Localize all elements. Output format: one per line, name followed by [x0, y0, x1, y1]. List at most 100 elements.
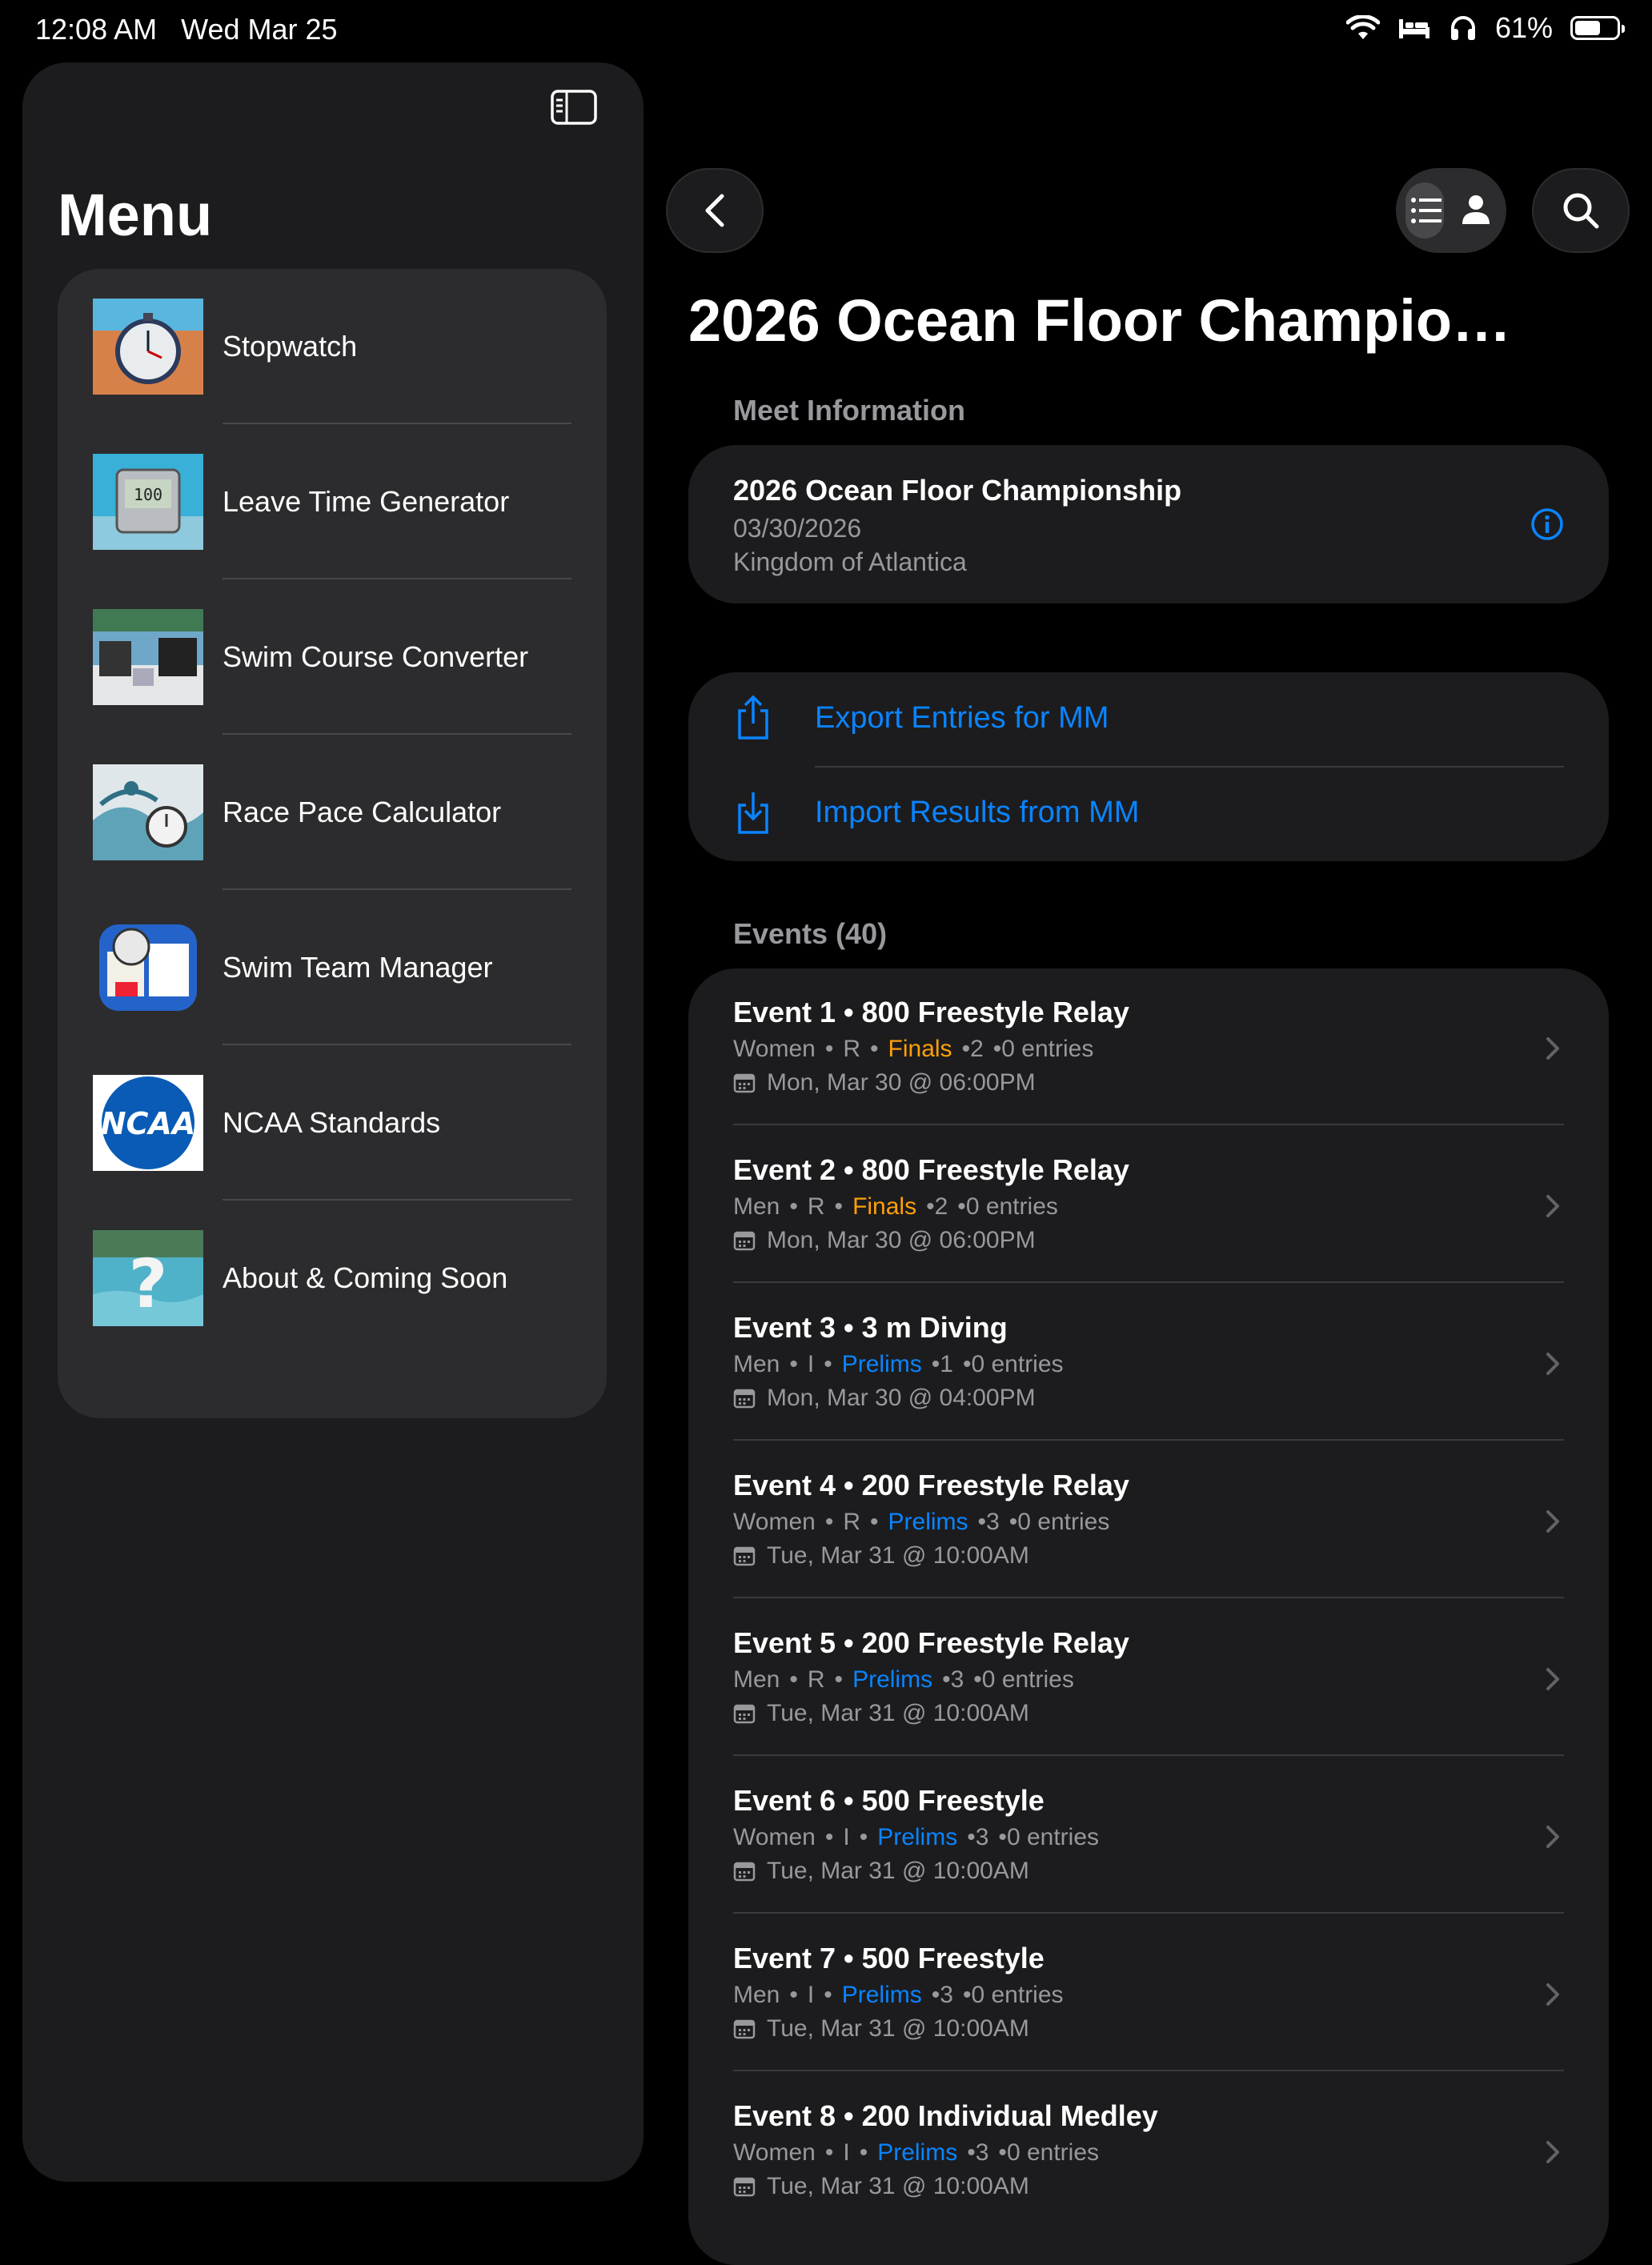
divider — [733, 1597, 1564, 1598]
battery-icon — [1570, 16, 1625, 40]
event-title: Event 8 • 200 Individual Medley — [733, 2099, 1158, 2132]
event-title: Event 6 • 500 Freestyle — [733, 1784, 1045, 1817]
menu-item-race-pace-calculator[interactable]: Race Pace Calculator — [58, 735, 607, 890]
event-heats: 3 — [986, 1509, 1000, 1535]
person-icon — [1462, 195, 1490, 224]
event-round: Prelims — [877, 2139, 958, 2166]
event-round: Prelims — [852, 1666, 933, 1693]
event-row[interactable]: Event 1 • 800 Freestyle Relay Women • R • Fin… — [688, 968, 1609, 1125]
action-label: Import Results from MM — [815, 796, 1140, 829]
event-row[interactable]: Event 6 • 500 Freestyle Women • I • Prelims •3… — [688, 1757, 1609, 1914]
import-results-button[interactable]: Import Results from MM — [688, 767, 1609, 861]
event-title: Event 2 • 800 Freestyle Relay — [733, 1153, 1129, 1186]
event-datetime-text: Tue, Mar 31 @ 10:00AM — [767, 2015, 1029, 2042]
menu-title: Menu — [58, 182, 213, 248]
event-title: Event 1 • 800 Freestyle Relay — [733, 996, 1129, 1028]
team-manager-thumbnail — [93, 920, 203, 1016]
event-heats: 3 — [940, 1982, 953, 2008]
status-bar-clock: 12:08 AM Wed Mar 25 — [35, 13, 338, 46]
event-entries: 0 entries — [1006, 2139, 1100, 2166]
chevron-right-icon — [1546, 2141, 1559, 2163]
calendar-icon — [733, 1231, 756, 1251]
view-mode-toggle[interactable] — [1396, 168, 1506, 253]
menu-item-label: Leave Time Generator — [223, 485, 510, 518]
event-gender: Women — [733, 1824, 816, 1850]
chevron-right-icon — [1546, 1983, 1559, 2006]
chevron-right-icon — [1546, 1037, 1559, 1060]
event-gender: Men — [733, 1351, 780, 1377]
event-round: Finals — [852, 1193, 917, 1220]
event-type: R — [843, 1509, 861, 1535]
event-datetime: Tue, Mar 31 @ 10:00AM — [733, 2015, 1029, 2043]
meet-location: Kingdom of Atlantica — [733, 547, 967, 576]
event-entries: 0 entries — [1006, 1824, 1100, 1850]
menu-item-ncaa-standards[interactable]: NCAA NCAA Standards — [58, 1045, 607, 1201]
event-row[interactable]: Event 5 • 200 Freestyle Relay Men • R • Preli… — [688, 1599, 1609, 1756]
calendar-icon — [733, 2019, 756, 2039]
event-gender: Women — [733, 1036, 816, 1062]
event-round: Prelims — [877, 1824, 958, 1850]
menu-item-stopwatch[interactable]: Stopwatch — [58, 269, 607, 424]
svg-text:?: ? — [129, 1245, 168, 1323]
event-row[interactable]: Event 7 • 500 Freestyle Men • I • Prelims •3 •0… — [688, 1914, 1609, 2071]
sidebar-toggle-button[interactable] — [551, 90, 597, 129]
event-title: Event 7 • 500 Freestyle — [733, 1942, 1045, 1974]
event-row[interactable]: Event 8 • 200 Individual Medley Women • I • P… — [688, 2072, 1609, 2229]
event-datetime-text: Tue, Mar 31 @ 10:00AM — [767, 1542, 1029, 1569]
event-entries: 0 entries — [971, 1982, 1064, 2008]
wifi-icon — [1345, 15, 1380, 39]
search-button[interactable] — [1532, 168, 1630, 253]
menu-item-leave-time-generator[interactable]: 100 Leave Time Generator — [58, 424, 607, 579]
event-row[interactable]: Event 3 • 3 m Diving Men • I • Prelims •1 •0 en… — [688, 1284, 1609, 1441]
race-pace-thumbnail — [93, 764, 203, 860]
event-datetime-text: Mon, Mar 30 @ 06:00PM — [767, 1069, 1036, 1096]
sidebar-icon — [551, 90, 597, 125]
divider — [733, 1912, 1564, 1914]
event-datetime: Tue, Mar 31 @ 10:00AM — [733, 1858, 1029, 1885]
back-button[interactable] — [666, 168, 764, 253]
divider — [733, 1124, 1564, 1125]
battery-percent: 61% — [1494, 11, 1553, 44]
svg-text:100: 100 — [134, 485, 162, 504]
event-meta: Men • R • Finals •2 •0 entries — [733, 1193, 1058, 1220]
actions-card: Export Entries for MM Import Results fro… — [688, 672, 1609, 861]
meet-info-card[interactable]: 2026 Ocean Floor Championship 03/30/2026… — [688, 445, 1609, 603]
event-type: R — [807, 1193, 825, 1220]
event-entries: 0 entries — [1017, 1509, 1110, 1535]
event-row[interactable]: Event 4 • 200 Freestyle Relay Women • R • Pre… — [688, 1441, 1609, 1598]
ncaa-logo-text: NCAA — [101, 1106, 196, 1141]
chevron-right-icon — [1546, 1353, 1559, 1375]
event-gender: Women — [733, 2139, 816, 2166]
menu-item-label: Swim Course Converter — [223, 640, 529, 673]
sidebar: Menu Stopwatch 100 Leave Time Generator … — [22, 62, 644, 2182]
event-meta: Men • I • Prelims •3 •0 entries — [733, 1982, 1064, 2008]
meet-information-header: Meet Information — [733, 394, 966, 427]
status-date: Wed Mar 25 — [181, 13, 338, 46]
info-icon[interactable] — [1530, 507, 1564, 541]
bed-icon — [1398, 19, 1429, 38]
menu-list: Stopwatch 100 Leave Time Generator Swim … — [58, 269, 607, 1418]
menu-item-swim-team-manager[interactable]: Swim Team Manager — [58, 890, 607, 1045]
event-round: Prelims — [888, 1509, 968, 1535]
menu-item-label: Swim Team Manager — [223, 951, 493, 984]
event-datetime-text: Tue, Mar 31 @ 10:00AM — [767, 2173, 1029, 2199]
chevron-right-icon — [1546, 1668, 1559, 1690]
about-thumbnail: ? — [93, 1230, 203, 1326]
chevron-right-icon — [1546, 1826, 1559, 1848]
event-row[interactable]: Event 2 • 800 Freestyle Relay Men • R • Final… — [688, 1126, 1609, 1283]
menu-item-swim-course-converter[interactable]: Swim Course Converter — [58, 579, 607, 735]
divider — [733, 1754, 1564, 1756]
menu-item-about[interactable]: ? About & Coming Soon — [58, 1201, 607, 1356]
meet-name: 2026 Ocean Floor Championship — [733, 474, 1182, 507]
export-entries-button[interactable]: Export Entries for MM — [688, 672, 1609, 767]
calendar-icon — [733, 2177, 756, 2197]
divider — [733, 2070, 1564, 2071]
menu-item-label: Race Pace Calculator — [223, 796, 502, 828]
chevron-right-icon — [1546, 1510, 1559, 1533]
event-heats: 2 — [934, 1193, 948, 1220]
events-list: Event 1 • 800 Freestyle Relay Women • R • Fin… — [688, 968, 1609, 2265]
event-meta: Men • I • Prelims •1 •0 entries — [733, 1351, 1064, 1377]
chevron-left-icon — [705, 194, 724, 227]
headphones-icon — [1450, 16, 1475, 40]
event-entries: 0 entries — [971, 1351, 1064, 1377]
